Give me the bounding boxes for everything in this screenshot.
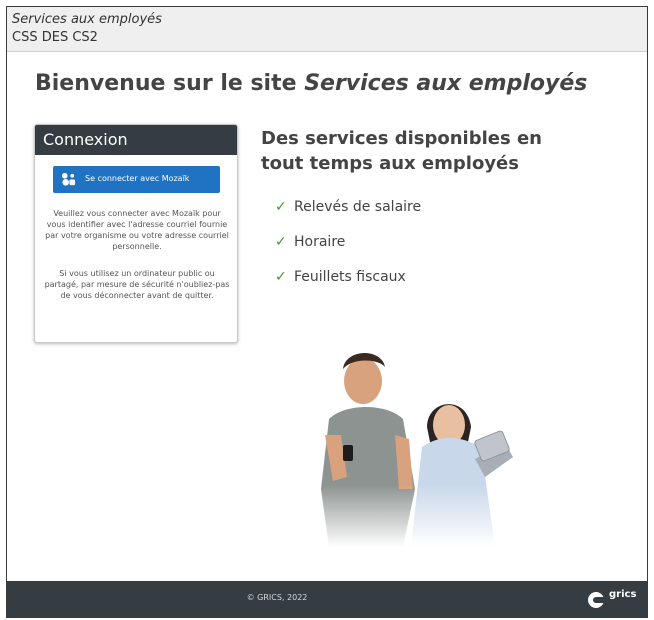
mozaik-icon bbox=[61, 172, 76, 186]
services-title: Des services disponibles en tout temps a… bbox=[261, 128, 542, 174]
title-prefix: Bienvenue sur le site bbox=[35, 71, 305, 96]
copyright: © GRICS, 2022 bbox=[246, 593, 308, 602]
login-instructions: Veuillez vous connecter avec Mozaïk pour… bbox=[45, 209, 229, 251]
check-icon: ✓ bbox=[275, 234, 287, 250]
mozaik-login-button[interactable]: Se connecter avec Mozaïk bbox=[53, 166, 220, 193]
header-bar: Services aux employés CSS DES CS2 bbox=[7, 7, 647, 52]
service-label: Feuillets fiscaux bbox=[294, 269, 406, 285]
service-label: Horaire bbox=[294, 234, 346, 250]
employees-photo bbox=[299, 339, 539, 547]
service-label: Relevés de salaire bbox=[294, 199, 422, 215]
app-name: Services aux employés bbox=[12, 12, 162, 27]
check-icon: ✓ bbox=[275, 199, 287, 215]
grics-logo-text: grics bbox=[609, 589, 637, 600]
mozaik-login-label: Se connecter avec Mozaïk bbox=[85, 174, 190, 183]
page-frame: Services aux employés CSS DES CS2 Bienve… bbox=[6, 6, 648, 618]
login-panel: Connexion Se connecter avec Mozaïk Veuil… bbox=[34, 124, 238, 343]
services-list: ✓ Relevés de salaire ✓ Horaire ✓ Feuillets … bbox=[275, 199, 421, 304]
list-item: ✓ Feuillets fiscaux bbox=[275, 269, 421, 304]
login-panel-title: Connexion bbox=[35, 125, 237, 155]
footer-bar: © GRICS, 2022 grics bbox=[7, 581, 647, 617]
check-icon: ✓ bbox=[275, 269, 287, 285]
title-site-name: Services aux employés bbox=[304, 71, 588, 96]
page-title: Bienvenue sur le site Services aux emplo… bbox=[35, 71, 587, 96]
org-name: CSS DES CS2 bbox=[12, 30, 98, 45]
list-item: ✓ Horaire bbox=[275, 234, 421, 269]
security-note: Si vous utilisez un ordinateur public ou… bbox=[44, 269, 230, 300]
list-item: ✓ Relevés de salaire bbox=[275, 199, 421, 234]
